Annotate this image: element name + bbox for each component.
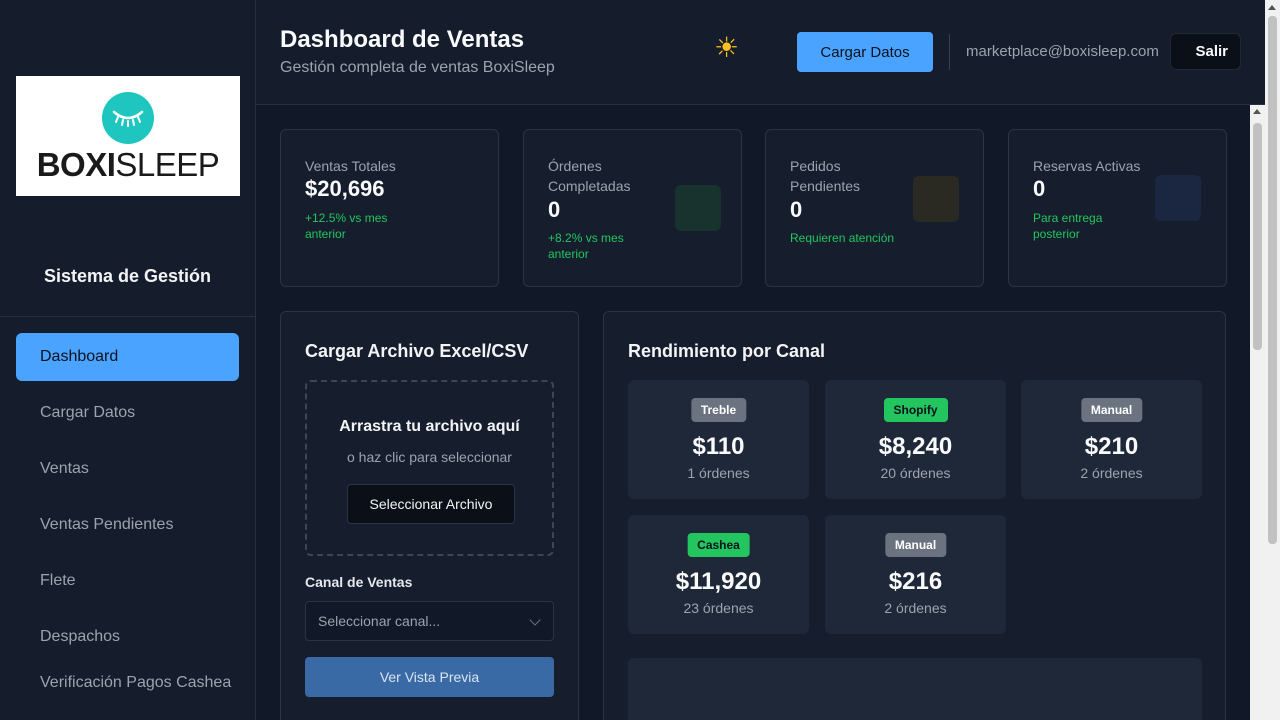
stat-note: Para entrega posterior [1033, 211, 1103, 241]
page-scroll-thumb[interactable] [1268, 16, 1277, 544]
channel-performance-panel: Rendimiento por Canal Treble $110 1 órde… [603, 311, 1226, 720]
stat-label: Pedidos Pendientes [790, 158, 861, 194]
page-scroll-up-arrow-icon[interactable] [1268, 5, 1276, 10]
channel-badge: Cashea [687, 533, 750, 557]
page-title: Dashboard de Ventas [280, 26, 525, 53]
brand-wordmark-light: SLEEP [115, 145, 220, 183]
stat-note: Requieren atención [790, 231, 895, 245]
scroll-up-arrow-icon[interactable] [1253, 109, 1261, 114]
dropzone-subtitle: o haz clic para seleccionar [347, 449, 512, 465]
sidebar-item-verificacion-pagos[interactable]: Verificación Pagos Cashea [16, 669, 239, 717]
channel-value: $216 [888, 568, 943, 595]
sleeping-eye-icon [102, 91, 154, 144]
channel-performance-title: Rendimiento por Canal [628, 341, 826, 361]
channel-value: $11,920 [675, 568, 762, 595]
channel-card-manual: Manual $210 2 órdenes [1021, 380, 1202, 499]
channel-card-shopify: Shopify $8,240 20 órdenes [825, 380, 1006, 499]
file-dropzone[interactable]: Arrastra tu archivo aquí o haz clic para… [305, 380, 554, 556]
channel-badge: Treble [690, 398, 747, 422]
system-title: Sistema de Gestión [43, 266, 212, 286]
channel-value: $110 [692, 433, 745, 460]
brand-wordmark: BOXISLEEP [37, 148, 220, 181]
sidebar-item-ventas-pendientes[interactable]: Ventas Pendientes [16, 501, 239, 549]
content-scrollbar[interactable] [1250, 105, 1265, 720]
stat-card-pedidos-pendientes: Pedidos Pendientes 0 Requieren atención [765, 129, 984, 287]
sidebar: BOXISLEEP Sistema de Gestión Dashboard C… [0, 0, 256, 720]
stat-note: +8.2% vs mes anterior [548, 231, 624, 261]
stat-value: 0 [1033, 176, 1046, 201]
channel-chart-area [628, 658, 1202, 720]
sidebar-item-cargar-datos[interactable]: Cargar Datos [16, 389, 239, 437]
upload-title: Cargar Archivo Excel/CSV [305, 341, 529, 361]
channel-value: $8,240 [878, 433, 953, 460]
sidebar-item-despachos[interactable]: Despachos [16, 613, 239, 661]
stat-card-ventas-totales: Ventas Totales $20,696 +12.5% vs mes ant… [280, 129, 499, 287]
channel-card-manual-2: Manual $216 2 órdenes [825, 515, 1006, 634]
channel-card-cashea: Cashea $11,920 23 órdenes [628, 515, 809, 634]
stat-value: 0 [790, 197, 803, 222]
brand-logo: BOXISLEEP [16, 76, 240, 196]
stat-label: Ventas Totales [305, 158, 396, 174]
page-scrollbar[interactable] [1265, 0, 1280, 720]
sidebar-nav: Dashboard Cargar Datos Ventas Ventas Pen… [16, 333, 239, 720]
channel-select-placeholder: Seleccionar canal... [318, 613, 441, 629]
channel-badge: Shopify [883, 398, 948, 422]
channel-badge: Manual [884, 533, 947, 557]
logout-button[interactable]: Salir [1170, 33, 1241, 70]
dropzone-title: Arrastra tu archivo aquí [339, 418, 520, 435]
page-subtitle: Gestión completa de ventas BoxiSleep [280, 59, 555, 76]
brand-wordmark-bold: BOXI [36, 145, 116, 183]
sidebar-divider [0, 316, 255, 317]
channel-orders: 23 órdenes [683, 600, 754, 616]
check-icon [675, 185, 721, 231]
header-divider [949, 34, 950, 70]
sun-icon[interactable]: ☀ [714, 34, 739, 62]
stat-card-ordenes-completadas: Órdenes Completadas 0 +8.2% vs mes anter… [523, 129, 742, 287]
preview-button[interactable]: Ver Vista Previa [305, 657, 554, 697]
scroll-thumb[interactable] [1253, 123, 1262, 350]
stat-value: $20,696 [305, 176, 385, 201]
top-header: Dashboard de Ventas Gestión completa de … [256, 0, 1265, 105]
chevron-down-icon [529, 614, 541, 626]
select-file-button[interactable]: Seleccionar Archivo [347, 484, 515, 524]
channel-card-treble: Treble $110 1 órdenes [628, 380, 809, 499]
upload-data-button[interactable]: Cargar Datos [797, 32, 933, 72]
sidebar-item-ventas[interactable]: Ventas [16, 445, 239, 493]
stat-value: 0 [548, 197, 561, 222]
stat-card-reservas-activas: Reservas Activas 0 Para entrega posterio… [1008, 129, 1227, 287]
sidebar-item-dashboard[interactable]: Dashboard [16, 333, 239, 381]
channel-orders: 20 órdenes [880, 465, 951, 481]
upload-panel: Cargar Archivo Excel/CSV Arrastra tu arc… [280, 311, 579, 720]
user-email: marketplace@boxisleep.com [966, 43, 1159, 60]
channel-orders: 1 órdenes [687, 465, 750, 481]
channel-orders: 2 órdenes [884, 600, 947, 616]
channel-label: Canal de Ventas [305, 574, 413, 590]
stat-label: Órdenes Completadas [548, 158, 631, 194]
channel-select[interactable]: Seleccionar canal... [305, 601, 554, 641]
stat-label: Reservas Activas [1033, 158, 1141, 174]
channel-value: $210 [1084, 433, 1139, 460]
clock-icon [913, 176, 959, 222]
channel-orders: 2 órdenes [1080, 465, 1143, 481]
sidebar-item-flete[interactable]: Flete [16, 557, 239, 605]
calendar-icon [1155, 175, 1201, 221]
stat-note: +12.5% vs mes anterior [305, 211, 388, 241]
channel-badge: Manual [1080, 398, 1143, 422]
